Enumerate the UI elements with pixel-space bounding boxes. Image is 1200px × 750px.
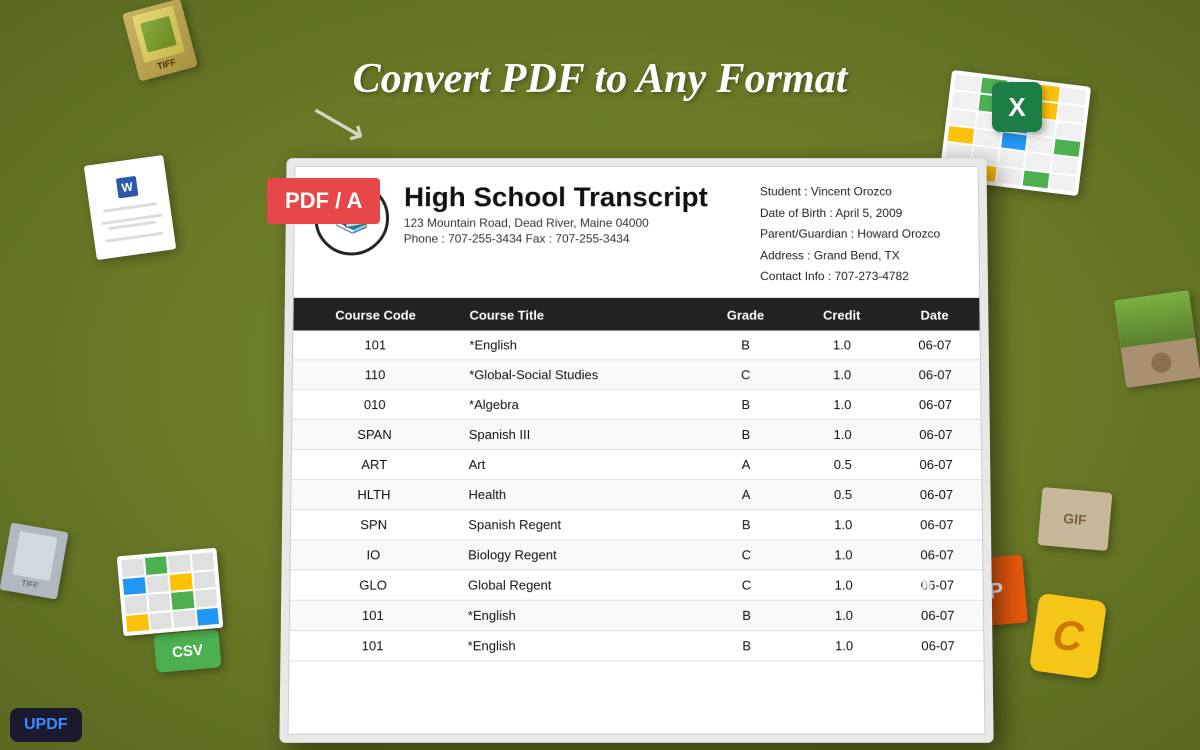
col-title: Course Title [457,300,697,331]
table-row: 101*EnglishB1.006-07 [293,331,980,360]
table-row: GLOGlobal RegentC1.006-07 [290,570,983,600]
page-title: Convert PDF to Any Format [353,55,848,103]
table-row: 110*Global-Social StudiesC1.006-07 [293,360,981,390]
table-row: 010*AlgebraB1.006-07 [292,390,980,420]
table-header-row: Course Code Course Title Grade Credit Da… [293,300,979,331]
student-info: Student : Vincent Orozco Date of Birth :… [760,182,959,288]
table-row: 101*EnglishB1.006-07 [290,600,983,630]
col-grade: Grade [697,300,793,331]
updf-logo[interactable]: UPDF [10,708,82,742]
document: 📚 High School Transcript 123 Mountain Ro… [288,166,986,735]
c-lang-icon: C [1029,593,1107,680]
school-address: 123 Mountain Road, Dead River, Maine 040… [404,216,760,230]
tiff-icon: TIFF [122,0,198,82]
excel-icon: X [992,82,1042,132]
col-code: Course Code [293,300,457,331]
col-credit: Credit [794,300,890,331]
word-icon: W [120,179,133,194]
csv-icon: CSV [153,629,221,673]
table-row: SPANSpanish IIIB1.006-07 [292,420,981,450]
student-guardian-row: Parent/Guardian : Howard Orozco [760,224,959,245]
transcript-title: High School Transcript [404,182,760,213]
word-doc-icon: W [84,155,176,260]
table-row: 101*EnglishB1.006-07 [289,631,983,661]
doc-header: 📚 High School Transcript 123 Mountain Ro… [294,167,979,300]
tiff2-icon: TIFF [0,522,68,599]
photo-icon [1114,290,1200,388]
table-row: HLTHHealthA0.506-07 [291,479,981,509]
student-contact-row: Contact Info : 707-273-4782 [760,267,959,288]
course-table: Course Code Course Title Grade Credit Da… [289,300,983,662]
school-info: High School Transcript 123 Mountain Road… [403,182,760,288]
grid-icon [117,548,224,636]
gif-icon: GIF [1038,487,1113,551]
table-row: ARTArtA0.506-07 [292,449,982,479]
document-wrapper: 📚 High School Transcript 123 Mountain Ro… [279,158,993,743]
table-row: IOBiology RegentC1.006-07 [291,540,983,570]
school-phone: Phone : 707-255-3434 Fax : 707-255-3434 [404,232,760,246]
pdf-badge: PDF / A [267,178,380,224]
student-name-row: Student : Vincent Orozco [760,182,958,203]
student-address-row: Address : Grand Bend, TX [760,245,959,266]
student-dob-row: Date of Birth : April 5, 2009 [760,203,959,224]
col-date: Date [890,300,980,331]
table-row: SPNSpanish RegentB1.006-07 [291,510,982,540]
